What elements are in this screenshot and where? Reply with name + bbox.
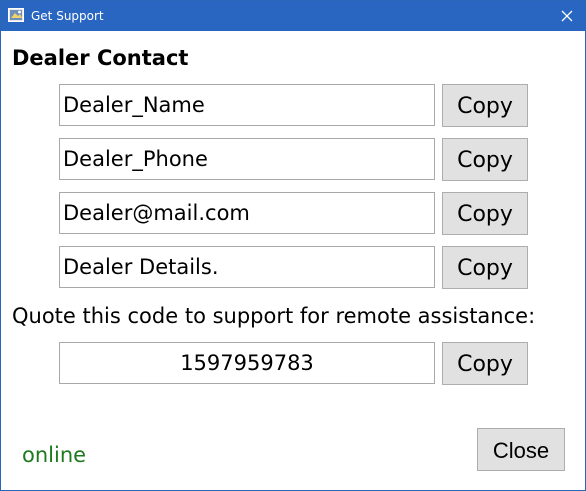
copy-details-button[interactable]: Copy	[442, 246, 528, 289]
support-code-field[interactable]: 1597959783	[59, 342, 435, 384]
copy-email-button[interactable]: Copy	[442, 192, 528, 235]
window-title: Get Support	[31, 9, 104, 23]
close-icon[interactable]	[553, 1, 581, 31]
app-icon	[8, 7, 25, 23]
dealer-details-field[interactable]: Dealer Details.	[59, 246, 435, 288]
dealer-name-field[interactable]: Dealer_Name	[59, 84, 435, 126]
support-prompt: Quote this code to support for remote as…	[12, 304, 536, 328]
copy-phone-button[interactable]: Copy	[442, 138, 528, 181]
dealer-phone-field[interactable]: Dealer_Phone	[59, 138, 435, 180]
connection-status: online	[22, 443, 87, 467]
section-heading: Dealer Contact	[12, 46, 189, 70]
copy-code-button[interactable]: Copy	[442, 342, 528, 385]
title-bar[interactable]: Get Support	[1, 1, 585, 31]
dealer-email-field[interactable]: Dealer@mail.com	[59, 192, 435, 234]
close-button[interactable]: Close	[477, 428, 565, 471]
copy-name-button[interactable]: Copy	[442, 84, 528, 127]
get-support-window: Get Support Dealer Contact Dealer_Name C…	[0, 0, 586, 491]
